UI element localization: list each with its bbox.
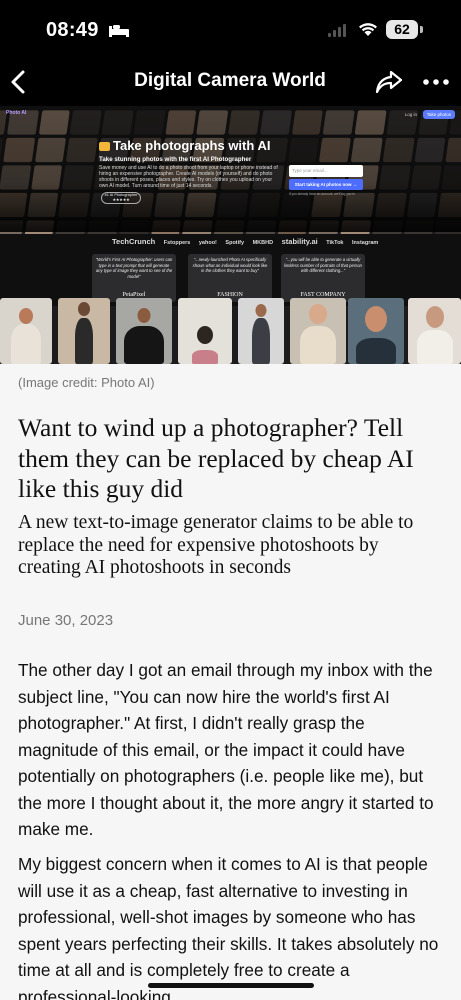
camera-icon <box>99 142 110 151</box>
nav-title: Digital Camera World <box>134 70 326 91</box>
press-logo: Spotify <box>225 240 245 246</box>
press-logo: stability.ai <box>281 237 318 246</box>
cellular-signal-icon <box>328 24 346 37</box>
article-subheadline: A new text-to-image generator claims to … <box>18 512 414 578</box>
hero-fine-print: If you already have an account, we'll lo… <box>289 192 355 196</box>
hero-top-button: Take photos <box>422 110 455 119</box>
press-logo: Instagram <box>352 240 379 246</box>
image-credit: (Image credit: Photo AI) <box>18 375 155 390</box>
hero-headline-text: Take photographs with AI <box>113 138 271 153</box>
sample-photo <box>58 298 110 364</box>
article-hero-image[interactable]: Photo AI Log in Take photos Take photogr… <box>0 106 461 364</box>
sample-photo <box>0 298 52 364</box>
quote-text: "...newly-launched Photo AI specifically… <box>192 257 268 273</box>
hero-cta-button: Start taking AI photos now → <box>289 179 363 190</box>
press-logos: TechCrunch Fstoppers yahoo! Spotify MKBH… <box>0 234 461 250</box>
sample-photo <box>348 298 404 364</box>
article-headline: Want to wind up a photographer? Tell the… <box>18 413 414 503</box>
sample-photo <box>290 298 346 364</box>
hero-email-field: Type your email... <box>289 165 363 177</box>
article-paragraph: The other day I got an email through my … <box>18 660 434 839</box>
share-icon[interactable] <box>374 68 404 96</box>
sample-photo <box>408 298 461 364</box>
hero-subheadline: Take stunning photos with the first AI P… <box>99 156 252 163</box>
more-icon[interactable] <box>422 70 450 94</box>
hero-site-nav: Photo AI Log in Take photos <box>6 110 455 120</box>
status-bar: 08:49 62 <box>0 0 461 58</box>
quote-text: "...you will be able to generate a virtu… <box>284 257 362 273</box>
sample-photo <box>178 298 232 364</box>
hero-headline: Take photographs with AI <box>99 138 270 153</box>
hero-badge: #1 AI Photographer ★★★★★ <box>101 192 141 204</box>
sample-photo <box>238 298 284 364</box>
sample-photo-strip <box>0 298 461 364</box>
quote-card: "World's First AI Photographer: users ca… <box>92 254 176 302</box>
hero-logo: Photo AI <box>6 110 27 116</box>
article-date: June 30, 2023 <box>18 612 114 629</box>
quote-card: "...you will be able to generate a virtu… <box>281 254 365 302</box>
hero-body: Save money and use AI to do a photo shoo… <box>99 165 278 189</box>
article-paragraph: My biggest concern when it comes to AI i… <box>18 854 439 1000</box>
nav-bar: Digital Camera World <box>0 58 461 106</box>
quote-card: "...newly-launched Photo AI specifically… <box>188 254 272 302</box>
press-logo: TikTok <box>326 240 344 246</box>
home-indicator[interactable] <box>148 983 314 988</box>
back-chevron-icon[interactable] <box>4 66 34 98</box>
hero-login-link: Log in <box>404 112 417 117</box>
battery-cap <box>420 26 423 33</box>
press-logo: yahoo! <box>198 240 217 246</box>
wifi-icon <box>359 23 377 36</box>
press-logo: Fstoppers <box>163 240 191 246</box>
sleep-mode-icon <box>109 25 129 37</box>
sample-photo <box>116 298 172 364</box>
press-logo: MKBHD <box>252 240 274 246</box>
status-time: 08:49 <box>46 19 99 41</box>
battery-icon: 62 <box>386 20 418 39</box>
press-logo: TechCrunch <box>112 237 156 246</box>
quote-text: "World's First AI Photographer: users ca… <box>95 257 173 279</box>
